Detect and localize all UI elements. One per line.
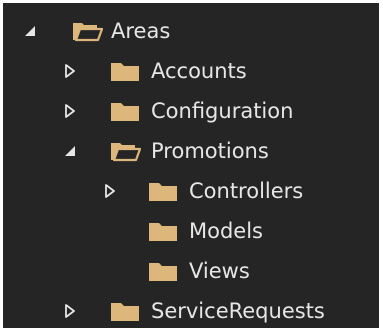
tree-item-accounts[interactable]: Accounts xyxy=(3,51,379,91)
folder-icon xyxy=(108,291,142,328)
folder-icon xyxy=(108,51,142,91)
tree-item-models[interactable]: Models xyxy=(3,211,379,251)
expanded-arrow-icon[interactable] xyxy=(60,131,80,171)
tree-item-label: Models xyxy=(189,219,263,243)
collapsed-arrow-icon[interactable] xyxy=(60,91,80,131)
collapsed-arrow-icon[interactable] xyxy=(60,51,80,91)
tree-item-controllers[interactable]: Controllers xyxy=(3,171,379,211)
tree-item-label: Controllers xyxy=(189,179,304,203)
tree-item-label: Promotions xyxy=(151,139,269,163)
tree-item-label: Areas xyxy=(111,19,171,43)
folder-icon xyxy=(146,211,180,251)
tree-item-configuration[interactable]: Configuration xyxy=(3,91,379,131)
tree-item-label: Accounts xyxy=(151,59,247,83)
tree-item-promotions[interactable]: Promotions xyxy=(3,131,379,171)
tree-item-label: Configuration xyxy=(151,99,294,123)
tree-item-views[interactable]: Views xyxy=(3,251,379,291)
folder-icon xyxy=(146,251,180,291)
folder-icon xyxy=(146,171,180,211)
collapsed-arrow-icon[interactable] xyxy=(60,291,80,328)
expanded-arrow-icon[interactable] xyxy=(20,11,40,51)
folder-open-icon xyxy=(108,131,142,171)
folder-tree: Areas Accounts Configuration Promotions … xyxy=(3,11,379,328)
collapsed-arrow-icon[interactable] xyxy=(100,171,120,211)
tree-item-label: Views xyxy=(189,259,250,283)
solution-explorer-panel: Areas Accounts Configuration Promotions … xyxy=(3,3,379,328)
tree-item-servicerequests[interactable]: ServiceRequests xyxy=(3,291,379,328)
tree-item-label: ServiceRequests xyxy=(151,299,325,323)
folder-icon xyxy=(108,91,142,131)
folder-open-icon xyxy=(70,11,104,51)
tree-item-areas[interactable]: Areas xyxy=(3,11,379,51)
